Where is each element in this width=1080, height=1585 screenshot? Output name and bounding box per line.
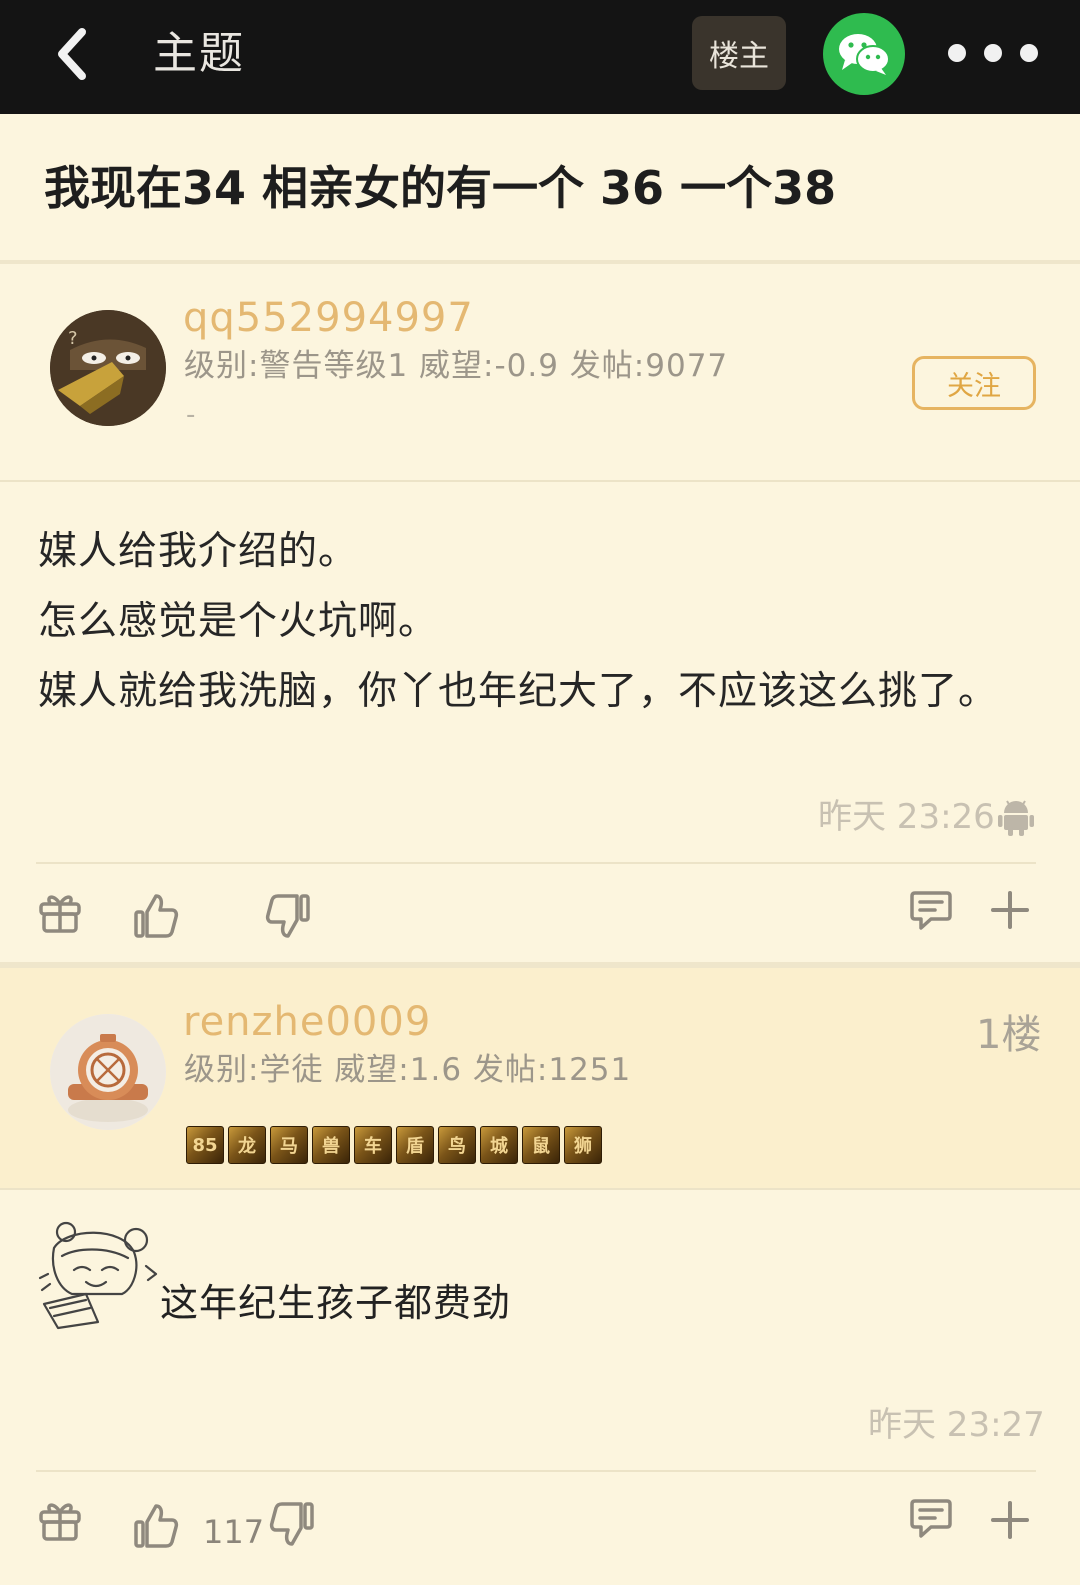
svg-text:?: ? xyxy=(68,328,78,349)
medal-badge: 鼠 xyxy=(522,1126,560,1164)
post-body-line: 怎么感觉是个火坑啊。 xyxy=(38,599,439,644)
gift-icon[interactable] xyxy=(36,888,84,936)
medal-badge: 龙 xyxy=(228,1126,266,1164)
user-meta: 级别:警告等级1 威望:-0.9 发帖:9077 xyxy=(184,348,729,384)
medal-badges: 85 龙 马 兽 车 盾 鸟 城 鼠 狮 xyxy=(186,1126,602,1164)
user-signature: - xyxy=(186,400,196,430)
avatar[interactable]: ? xyxy=(50,310,166,426)
plus-icon[interactable] xyxy=(988,888,1032,932)
thumbs-up-icon[interactable] xyxy=(130,1500,182,1552)
username[interactable]: renzhe0009 xyxy=(183,998,431,1046)
comment-icon[interactable] xyxy=(908,1496,954,1542)
post-time: 昨天 23:27 xyxy=(868,1405,1045,1445)
divider xyxy=(0,480,1080,482)
post-body-line: 媒人给我介绍的。 xyxy=(38,529,359,574)
medal-badge: 盾 xyxy=(396,1126,434,1164)
more-options-icon[interactable] xyxy=(948,38,1038,68)
medal-badge: 85 xyxy=(186,1126,224,1164)
follow-button[interactable]: 关注 xyxy=(912,356,1036,410)
medal-badge: 马 xyxy=(270,1126,308,1164)
medal-badge: 城 xyxy=(480,1126,518,1164)
top-bar: 主题 楼主 xyxy=(0,0,1080,114)
comment-icon[interactable] xyxy=(908,888,954,934)
post-body-line: 媒人就给我洗脑，你丫也年纪大了，不应该这么挑了。 xyxy=(38,669,999,714)
medal-badge: 车 xyxy=(354,1126,392,1164)
back-arrow-icon[interactable] xyxy=(44,26,100,82)
page-title: 主题 xyxy=(153,28,245,79)
like-count: 117 xyxy=(203,1513,265,1551)
divider xyxy=(36,862,1036,864)
android-icon xyxy=(996,797,1036,837)
avatar[interactable] xyxy=(50,1014,166,1130)
thumbs-up-icon[interactable] xyxy=(130,890,182,942)
floor-number: 1楼 xyxy=(976,1012,1042,1058)
sticker-emoji-icon xyxy=(36,1218,160,1330)
thumbs-down-icon[interactable] xyxy=(266,1498,318,1550)
wechat-share-icon[interactable] xyxy=(823,13,905,95)
divider xyxy=(36,1470,1036,1472)
user-meta: 级别:学徒 威望:1.6 发帖:1251 xyxy=(184,1052,632,1088)
only-op-button[interactable]: 楼主 xyxy=(692,16,786,90)
username[interactable]: qq552994997 xyxy=(183,294,474,342)
thumbs-down-icon[interactable] xyxy=(262,890,314,942)
divider xyxy=(0,260,1080,264)
thread-title: 我现在34 相亲女的有一个 36 一个38 xyxy=(44,161,837,215)
divider xyxy=(0,1188,1080,1190)
plus-icon[interactable] xyxy=(988,1498,1032,1542)
reply-text: 这年纪生孩子都费劲 xyxy=(160,1281,512,1325)
medal-badge: 兽 xyxy=(312,1126,350,1164)
post-time: 昨天 23:26 xyxy=(818,797,995,837)
medal-badge: 狮 xyxy=(564,1126,602,1164)
medal-badge: 鸟 xyxy=(438,1126,476,1164)
gift-icon[interactable] xyxy=(36,1496,84,1544)
